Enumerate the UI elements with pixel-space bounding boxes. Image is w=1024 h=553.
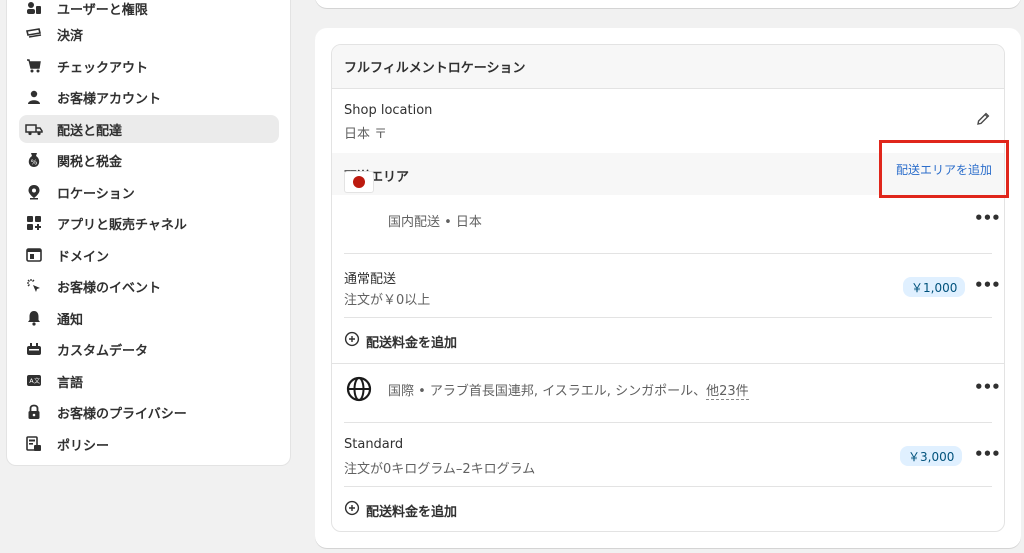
cart-icon bbox=[25, 57, 43, 75]
international-rate-name: Standard bbox=[344, 437, 404, 452]
location-pin-icon bbox=[25, 183, 43, 201]
sidebar-item-apps-channels[interactable]: アプリと販売チャネル bbox=[19, 209, 279, 237]
globe-window-icon bbox=[25, 246, 43, 264]
sidebar-item-shipping[interactable]: 配送と配達 bbox=[19, 115, 279, 143]
divider bbox=[332, 363, 1004, 364]
domestic-rate-price-badge: ￥1,000 bbox=[903, 277, 966, 297]
sidebar-item-label: お客様のイベント bbox=[57, 280, 162, 296]
sidebar-item-domains[interactable]: ドメイン bbox=[19, 241, 279, 269]
international-rate-more-icon[interactable]: ••• bbox=[974, 445, 1001, 463]
truck-icon bbox=[25, 120, 43, 138]
svg-text:文: 文 bbox=[34, 377, 40, 385]
domestic-rate-more-icon[interactable]: ••• bbox=[974, 276, 1001, 294]
sidebar-item-label: ユーザーと権限 bbox=[57, 2, 148, 18]
person-icon bbox=[25, 88, 43, 106]
divider bbox=[344, 422, 992, 423]
sidebar-item-users[interactable]: ユーザーと権限 bbox=[19, 0, 279, 22]
sidebar-item-duties-taxes[interactable]: % 関税と税金 bbox=[19, 146, 279, 174]
lock-icon bbox=[25, 403, 43, 421]
plus-circle-icon bbox=[344, 331, 360, 351]
add-shipping-zone-link[interactable]: 配送エリアを追加 bbox=[896, 161, 992, 178]
divider bbox=[344, 486, 992, 487]
sidebar-item-label: 通知 bbox=[57, 312, 84, 328]
divider bbox=[344, 317, 992, 318]
divider bbox=[344, 253, 992, 254]
sidebar-item-label: アプリと販売チャネル bbox=[57, 217, 187, 233]
international-zone-label: 国際 • アラブ首長国連邦, イスラエル, シンガポール、他23件 bbox=[388, 380, 749, 400]
domestic-zone-label: 国内配送 • 日本 bbox=[388, 215, 482, 230]
previous-section-card bbox=[315, 0, 1021, 8]
sidebar-item-label: お客様のプライバシー bbox=[57, 406, 187, 422]
apps-icon bbox=[25, 214, 43, 232]
sidebar-item-locations[interactable]: ロケーション bbox=[19, 178, 279, 206]
users-icon bbox=[25, 0, 43, 17]
location-name: Shop location bbox=[344, 103, 433, 118]
sidebar-item-label: 決済 bbox=[57, 28, 84, 44]
japan-flag-icon bbox=[344, 171, 374, 193]
sidebar-item-label: 関税と税金 bbox=[57, 154, 123, 170]
sidebar-item-label: ロケーション bbox=[57, 186, 135, 202]
international-add-rate-button[interactable]: 配送料金を追加 bbox=[344, 500, 457, 520]
international-rate-condition: 注文が0キログラム–2キログラム bbox=[344, 462, 536, 477]
add-rate-label: 配送料金を追加 bbox=[366, 335, 458, 351]
international-rate-price-badge: ￥3,000 bbox=[900, 446, 963, 466]
fulfillment-location-panel: フルフィルメントロケーション Shop location 日本 〒 配送エリア … bbox=[331, 44, 1005, 532]
section-title: フルフィルメントロケーション bbox=[344, 61, 526, 76]
sidebar-item-customer-privacy[interactable]: お客様のプライバシー bbox=[19, 398, 279, 426]
sidebar-item-policies[interactable]: ポリシー bbox=[19, 430, 279, 458]
sidebar-item-customer-events[interactable]: お客様のイベント bbox=[19, 272, 279, 300]
sidebar-item-label: 言語 bbox=[57, 375, 84, 391]
tax-icon: % bbox=[25, 151, 43, 169]
sidebar-item-label: ポリシー bbox=[57, 438, 110, 454]
globe-icon bbox=[346, 376, 372, 406]
domestic-zone-more-icon[interactable]: ••• bbox=[974, 209, 1001, 227]
cursor-click-icon bbox=[25, 277, 43, 295]
sidebar-item-label: お客様アカウント bbox=[57, 91, 162, 107]
sidebar-item-checkout[interactable]: チェックアウト bbox=[19, 52, 279, 80]
add-shipping-zone-highlight: 配送エリアを追加 bbox=[879, 140, 1009, 198]
sidebar-item-label: カスタムデータ bbox=[57, 343, 149, 359]
add-rate-label: 配送料金を追加 bbox=[366, 504, 458, 520]
sidebar-item-payments[interactable]: 決済 bbox=[19, 20, 279, 48]
domestic-add-rate-button[interactable]: 配送料金を追加 bbox=[344, 331, 457, 351]
fulfillment-card: フルフィルメントロケーション Shop location 日本 〒 配送エリア … bbox=[315, 28, 1021, 548]
sidebar-item-customer-accounts[interactable]: お客様アカウント bbox=[19, 83, 279, 111]
location-address: 日本 〒 bbox=[344, 127, 388, 142]
sidebar-item-label: 配送と配達 bbox=[57, 123, 123, 139]
edit-pencil-icon[interactable] bbox=[975, 111, 991, 131]
sidebar-item-label: ドメイン bbox=[57, 249, 110, 265]
sidebar-item-languages[interactable]: A文 言語 bbox=[19, 367, 279, 395]
international-zone-more-icon[interactable]: ••• bbox=[974, 378, 1001, 396]
svg-text:%: % bbox=[31, 159, 38, 167]
fulfillment-location-header: フルフィルメントロケーション bbox=[332, 45, 1004, 89]
sidebar-item-label: チェックアウト bbox=[57, 60, 149, 76]
plus-circle-icon bbox=[344, 500, 360, 520]
bell-icon bbox=[25, 309, 43, 327]
payments-icon bbox=[25, 25, 43, 43]
policy-icon bbox=[25, 435, 43, 453]
sidebar-item-custom-data[interactable]: カスタムデータ bbox=[19, 335, 279, 363]
international-zone-countries: 国際 • アラブ首長国連邦, イスラエル, シンガポール、 bbox=[388, 384, 707, 399]
domestic-rate-condition: 注文が￥0以上 bbox=[344, 293, 431, 308]
settings-sidebar: ユーザーと権限 決済 チェックアウト お客様アカウント 配送と配達 % 関税と税… bbox=[6, 0, 291, 466]
sidebar-item-notifications[interactable]: 通知 bbox=[19, 304, 279, 332]
language-icon: A文 bbox=[25, 372, 43, 390]
database-icon bbox=[25, 340, 43, 358]
domestic-rate-name: 通常配送 bbox=[344, 272, 397, 287]
more-countries-link[interactable]: 他23件 bbox=[706, 384, 749, 400]
